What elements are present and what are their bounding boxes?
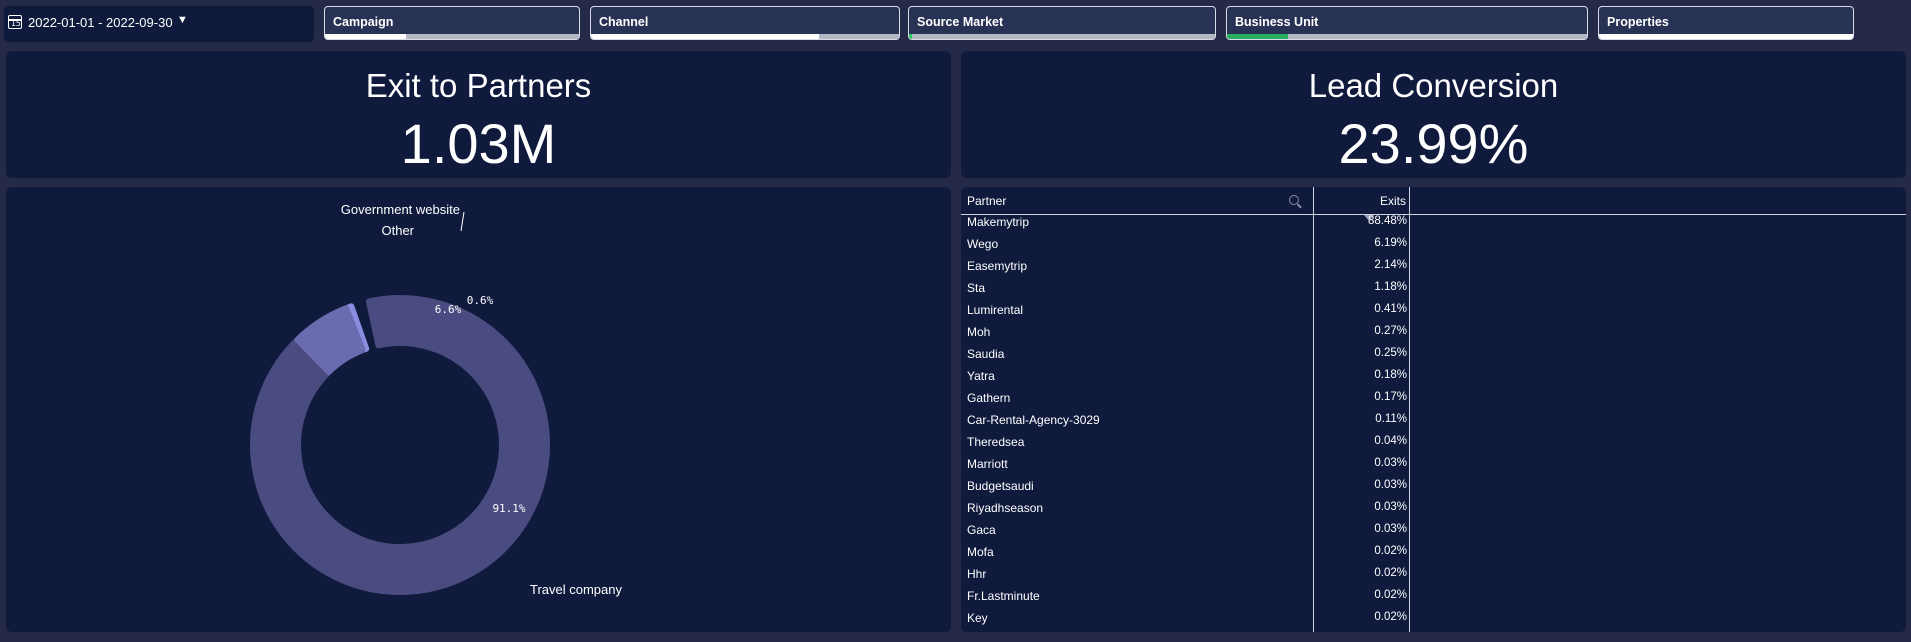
partner-cell: Yatra (967, 369, 995, 383)
filter-source-market[interactable]: Source Market (908, 6, 1216, 40)
partner-cell: Makemytrip (967, 215, 1030, 229)
table-row[interactable]: Theredsea 0.04% (961, 430, 1407, 452)
slice-pct-government-website: 0.6% (467, 294, 494, 307)
partner-cell: Hhr (967, 567, 987, 581)
partner-cell: Wego (967, 237, 999, 251)
table-row[interactable]: Hhr 0.02% (961, 562, 1407, 584)
table-row[interactable]: Saudia 0.25% (961, 342, 1407, 364)
table-row[interactable]: Easemytrip 2.14% (961, 254, 1407, 276)
filter-label: Campaign (333, 15, 394, 29)
exits-cell: 1.18% (1374, 281, 1407, 293)
kpi-lead-conversion: Lead Conversion 23.99% (961, 51, 1906, 178)
table-row[interactable]: Mofa 0.02% (961, 540, 1407, 562)
chevron-down-icon[interactable]: ▼ (177, 14, 188, 26)
table-row[interactable]: Car-Rental-Agency-3029 0.11% (961, 408, 1407, 430)
filter-progress (1599, 34, 1853, 39)
exits-cell: 0.25% (1374, 347, 1407, 359)
filter-progress (591, 34, 899, 39)
partner-cell: Riyadhseason (967, 501, 1044, 515)
column-header-partner[interactable]: Partner (967, 194, 1006, 208)
table-row[interactable]: Sta 1.18% (961, 276, 1407, 298)
partner-cell: Easemytrip (967, 259, 1028, 273)
partner-cell: Fr.Lastminute (967, 589, 1040, 603)
partner-cell: Gathern (967, 391, 1011, 405)
filter-label: Source Market (917, 15, 1004, 29)
kpi-exit-to-partners: Exit to Partners 1.03M (6, 51, 951, 178)
table-row[interactable]: Lumirental 0.41% (961, 298, 1407, 320)
table-row[interactable]: Gaca 0.03% (961, 518, 1407, 540)
partner-cell: Budgetsaudi (967, 479, 1034, 493)
filter-label: Channel (599, 15, 649, 29)
table-row[interactable]: Marriott 0.03% (961, 452, 1407, 474)
partner-cell: Moh (967, 325, 991, 339)
exits-cell: 0.03% (1374, 479, 1407, 491)
partner-cell: Mofa (967, 545, 994, 559)
table-row[interactable]: Riyadhseason 0.03% (961, 496, 1407, 518)
calendar-icon: 15 (8, 15, 22, 29)
slice-label-travel-company: Travel company (530, 582, 622, 597)
slice-label-other: Other (381, 223, 414, 238)
date-range-text: 2022-01-01 - 2022-09-30 (28, 15, 173, 30)
kpi-value: 23.99% (1338, 112, 1529, 175)
exits-cell: 0.04% (1374, 435, 1407, 447)
exits-cell: 0.03% (1374, 501, 1407, 513)
slice-pct-travel-company: 91.1% (492, 502, 525, 515)
table-row[interactable]: Fr.Lastminute 0.02% (961, 584, 1407, 606)
exits-cell: 0.03% (1374, 457, 1407, 469)
table-row[interactable]: Key 0.02% (961, 606, 1407, 628)
search-icon[interactable] (1289, 195, 1299, 205)
exits-cell: 0.02% (1374, 589, 1407, 601)
date-range-picker[interactable]: 15 2022-01-01 - 2022-09-30 ▼ (4, 6, 314, 42)
partner-cell: Marriott (967, 457, 1008, 471)
donut-chart-panel: Government website Other Travel company … (6, 187, 951, 632)
exits-cell: 0.27% (1374, 325, 1407, 337)
kpi-title: Exit to Partners (365, 67, 592, 104)
filter-label: Properties (1607, 15, 1669, 29)
table-row[interactable]: Gathern 0.17% (961, 386, 1407, 408)
filter-channel[interactable]: Channel (590, 6, 900, 40)
exits-cell: 0.11% (1375, 413, 1407, 425)
partner-cell: Theredsea (967, 435, 1025, 449)
table-row[interactable]: Wego 6.19% (961, 232, 1407, 254)
table-row[interactable]: Moh 0.27% (961, 320, 1407, 342)
kpi-title: Lead Conversion (1308, 67, 1559, 104)
exits-cell: 0.02% (1374, 611, 1407, 623)
exits-cell: 6.19% (1374, 237, 1407, 249)
filter-business-unit[interactable]: Business Unit (1226, 6, 1588, 40)
exits-cell: 0.02% (1374, 545, 1407, 557)
filter-properties[interactable]: Properties (1598, 6, 1854, 40)
filter-label: Business Unit (1235, 15, 1319, 29)
donut-chart: Government website Other Travel company … (250, 202, 622, 597)
table-body: Makemytrip 88.48% Wego 6.19% Easemytrip 2.14%… (961, 210, 1407, 628)
partner-cell: Saudia (967, 347, 1005, 361)
partner-cell: Sta (967, 281, 986, 295)
leader-line (460, 211, 465, 232)
exits-cell: 0.02% (1374, 567, 1407, 579)
filter-progress (909, 34, 1215, 39)
exits-cell: 88.48% (1367, 215, 1407, 227)
filter-progress (325, 34, 579, 39)
table-row[interactable]: Budgetsaudi 0.03% (961, 474, 1407, 496)
partner-cell: Key (967, 611, 988, 625)
partner-cell: Car-Rental-Agency-3029 (967, 413, 1100, 427)
table-row[interactable]: Yatra 0.18% (961, 364, 1407, 386)
slice-pct-other: 6.6% (435, 303, 462, 316)
exits-cell: 0.17% (1374, 391, 1407, 403)
partner-table: Partner Exits Makemytrip 88.48% Wego 6.19% E… (961, 187, 1906, 632)
exits-cell: 0.41% (1374, 303, 1407, 315)
column-header-exits[interactable]: Exits (1311, 194, 1406, 208)
partner-cell: Lumirental (967, 303, 1024, 317)
table-row[interactable]: Makemytrip 88.48% (961, 210, 1407, 232)
exits-cell: 0.03% (1374, 523, 1407, 535)
partner-cell: Gaca (967, 523, 996, 537)
filter-campaign[interactable]: Campaign (324, 6, 580, 40)
exits-cell: 2.14% (1374, 259, 1407, 271)
column-divider (1409, 187, 1410, 632)
kpi-value: 1.03M (400, 112, 557, 175)
exits-cell: 0.18% (1374, 369, 1407, 381)
filter-progress (1227, 34, 1587, 39)
slice-label-government-website: Government website (341, 202, 460, 217)
